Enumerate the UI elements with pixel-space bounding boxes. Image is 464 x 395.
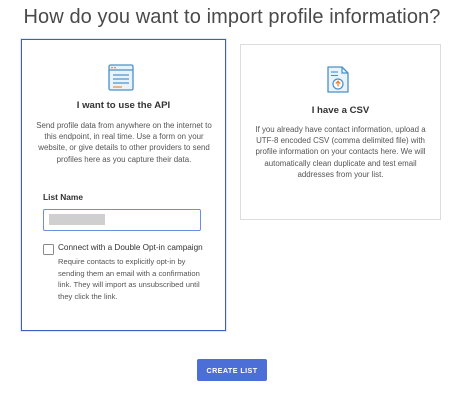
api-card-description: Send profile data from anywhere on the i…	[36, 121, 212, 164]
csv-card-description: If you already have contact information,…	[255, 125, 426, 179]
double-optin-description: Require contacts to explicitly opt-in by…	[58, 257, 200, 301]
double-optin-checkbox[interactable]	[43, 244, 54, 255]
list-name-label: List Name	[43, 192, 84, 202]
double-optin-label[interactable]: Connect with a Double Opt-in campaign	[58, 243, 203, 252]
list-name-input[interactable]	[43, 209, 201, 231]
csv-card-title: I have a CSV	[311, 105, 370, 116]
create-list-button[interactable]: CREATE LIST	[197, 359, 267, 381]
csv-upload-icon	[327, 66, 349, 93]
api-window-icon	[108, 64, 134, 91]
page-title: How do you want to import profile inform…	[23, 6, 441, 28]
redacted-value	[49, 214, 105, 225]
api-card-title: I want to use the API	[76, 100, 171, 111]
